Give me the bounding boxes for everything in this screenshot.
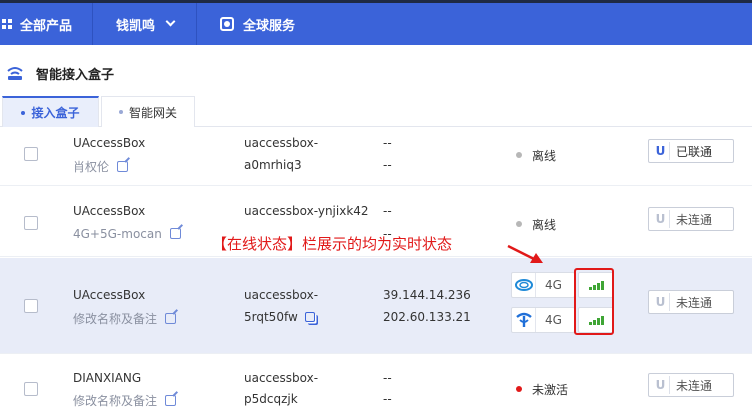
device-note: 肖权伦 (73, 158, 129, 175)
tab-label: 接入盒子 (31, 106, 80, 120)
ip-address-2: -- (383, 392, 392, 406)
china-telecom-logo-icon (512, 308, 536, 332)
u-badge-icon: U (652, 293, 670, 311)
u-badge-icon: U (652, 210, 670, 228)
global-service-label: 全球服务 (243, 18, 296, 34)
connectivity-label: 未连通 (676, 212, 713, 227)
ip-address-2: 202.60.133.21 (383, 310, 471, 324)
edit-icon[interactable] (117, 161, 129, 172)
table-row: DIANXIANG 修改名称及备注 uaccessbox- p5dcqzjk -… (0, 355, 752, 415)
connectivity-button[interactable]: U 未连通 (648, 290, 734, 314)
row-checkbox[interactable] (24, 216, 38, 230)
status-dot (516, 152, 522, 158)
annotation-arrow-icon (507, 244, 543, 263)
ip-address-1: -- (383, 136, 392, 150)
device-name: DIANXIANG (73, 371, 142, 385)
annotation-highlight-box (574, 268, 614, 335)
device-note: 4G+5G-mocan (73, 227, 181, 241)
row-checkbox[interactable] (24, 382, 38, 396)
top-navbar: 全部产品 钱凯鸣 全球服务 (0, 0, 752, 45)
device-name: UAccessBox (73, 136, 146, 150)
status-dot (516, 386, 522, 392)
user-name: 钱凯鸣 (116, 18, 156, 34)
network-generation: 4G (545, 313, 562, 327)
device-id-line1: uaccessbox- (244, 371, 319, 385)
carrier-china-mobile: 4G (511, 272, 575, 298)
page-title: 智能接入盒子 (36, 67, 115, 83)
wifi-icon (7, 67, 23, 80)
device-note: 修改名称及备注 (73, 310, 177, 327)
device-id-line2: 5rqt50fw (244, 310, 315, 324)
device-name: UAccessBox (73, 288, 146, 302)
connectivity-button[interactable]: U 已联通 (648, 139, 734, 163)
u-badge-icon: U (652, 376, 670, 394)
connectivity-label: 已联通 (676, 144, 713, 159)
status-dot (516, 221, 522, 227)
device-id-line2: p5dcqzjk (244, 392, 298, 406)
china-mobile-logo-icon (512, 273, 536, 297)
online-status: 离线 (532, 218, 557, 232)
copy-icon[interactable] (304, 312, 315, 322)
tab-label: 智能网关 (128, 105, 177, 120)
edit-icon[interactable] (165, 395, 177, 406)
globe-icon (220, 17, 234, 31)
all-products-label: 全部产品 (20, 18, 73, 34)
online-status: 未激活 (532, 383, 569, 397)
device-id-line2: a0mrhiq3 (244, 158, 302, 172)
tab-dot-icon (118, 110, 123, 114)
device-id-line1: uaccessbox-ynjixk42 (244, 204, 369, 218)
tab-smart-gateway[interactable]: 智能网关 (101, 96, 195, 127)
online-status: 离线 (532, 149, 557, 163)
connectivity-button[interactable]: U 未连通 (648, 373, 734, 397)
ip-address-1: 39.144.14.236 (383, 288, 471, 302)
all-products-menu[interactable]: 全部产品 (0, 3, 91, 45)
row-checkbox[interactable] (24, 147, 38, 161)
tab-bar: 接入盒子 智能网关 (0, 96, 752, 127)
page-header: 智能接入盒子 (0, 58, 114, 88)
device-id-line1: uaccessbox- (244, 288, 319, 302)
carrier-china-telecom: 4G (511, 307, 575, 333)
device-name: UAccessBox (73, 204, 146, 218)
table-row: UAccessBox 肖权伦 uaccessbox- a0mrhiq3 -- -… (0, 128, 752, 186)
tab-dot-icon (21, 110, 26, 115)
device-note: 修改名称及备注 (73, 392, 177, 409)
edit-icon[interactable] (165, 313, 177, 324)
grid-icon (2, 19, 12, 29)
u-badge-icon: U (652, 142, 670, 160)
device-id-line1: uaccessbox- (244, 136, 319, 150)
network-generation: 4G (545, 278, 562, 292)
edit-icon[interactable] (169, 228, 181, 239)
table-row: UAccessBox 修改名称及备注 uaccessbox- 5rqt50fw … (0, 258, 752, 354)
chevron-down-icon (165, 16, 176, 27)
ip-address-1: -- (383, 204, 392, 218)
connectivity-button[interactable]: U 未连通 (648, 207, 734, 231)
ip-address-2: -- (383, 158, 392, 172)
connectivity-label: 未连通 (676, 295, 713, 310)
row-checkbox[interactable] (24, 299, 38, 313)
global-service-menu[interactable]: 全球服务 (197, 3, 337, 45)
tab-access-box[interactable]: 接入盒子 (2, 96, 99, 127)
ip-address-1: -- (383, 371, 392, 385)
connectivity-label: 未连通 (676, 378, 713, 393)
annotation-text: 【在线状态】栏展示的均为实时状态 (212, 235, 453, 253)
user-menu[interactable]: 钱凯鸣 (93, 3, 196, 45)
